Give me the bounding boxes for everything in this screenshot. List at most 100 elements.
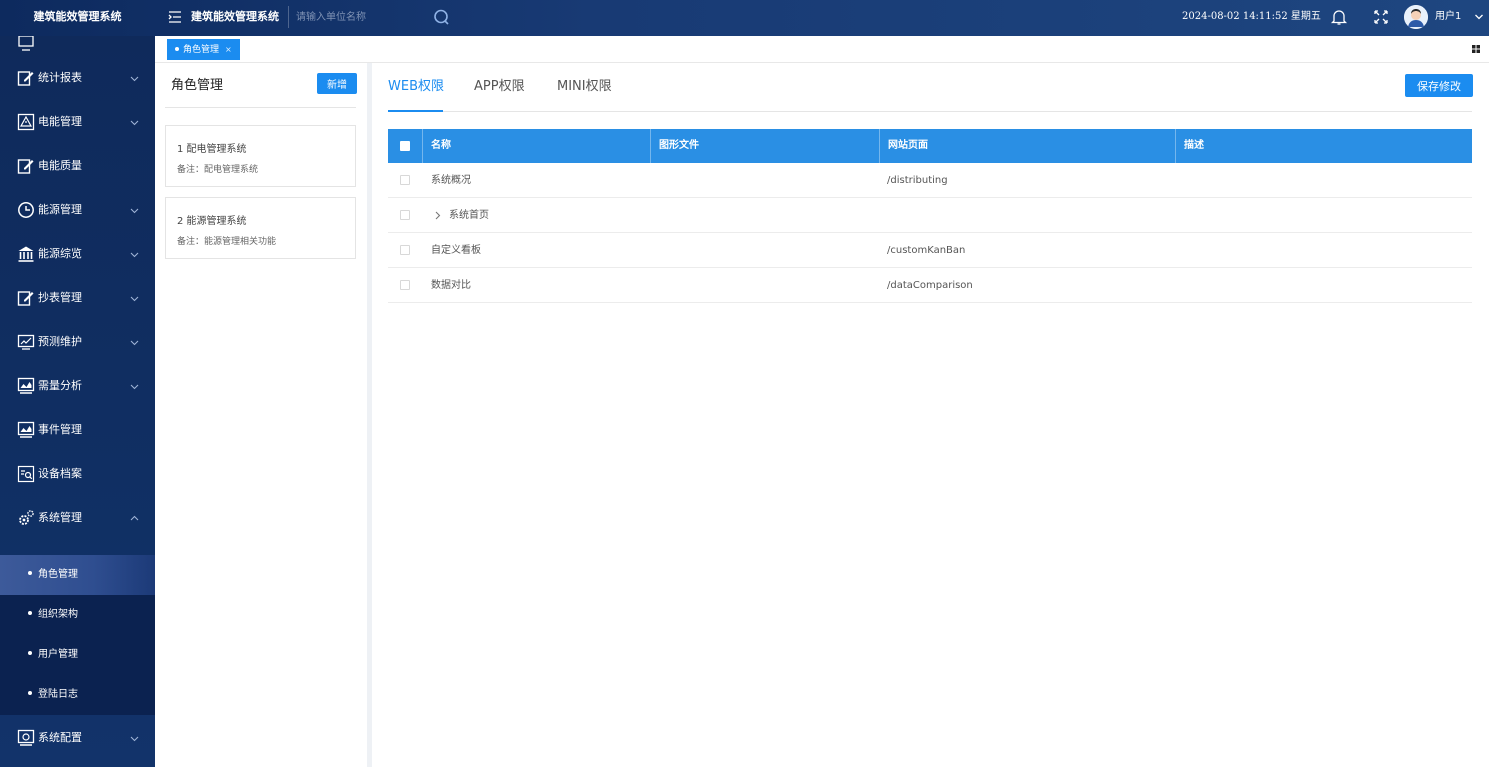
close-icon[interactable]: × <box>225 45 232 54</box>
unit-search-input[interactable] <box>292 6 422 28</box>
sidebar-item-power-mgmt[interactable]: 电能管理 <box>0 100 155 144</box>
bullet-icon <box>28 691 32 695</box>
tab-role-mgmt[interactable]: 角色管理 × <box>167 39 240 60</box>
chevron-down-icon[interactable] <box>1474 12 1484 22</box>
top-bar: 建筑能效管理系统 建筑能效管理系统 2024-08-02 14:11:52 星期… <box>0 0 1489 36</box>
row-checkbox[interactable] <box>400 280 410 290</box>
submenu-label: 登陆日志 <box>38 689 78 700</box>
table-row: 系统首页 <box>388 198 1472 233</box>
bullet-icon <box>28 571 32 575</box>
tab-strip: 角色管理 × <box>155 36 1489 63</box>
sidebar-item-label: 抄表管理 <box>38 291 82 304</box>
row-checkbox[interactable] <box>400 245 410 255</box>
avatar[interactable] <box>1404 5 1428 29</box>
chevron-down-icon <box>130 736 139 742</box>
tab-mini-permission[interactable]: MINI权限 <box>557 75 612 94</box>
user-avatar-icon <box>1404 5 1428 29</box>
grid-menu-icon[interactable] <box>1471 44 1481 54</box>
sidebar-item-label: 系统管理 <box>38 511 82 524</box>
system-submenu: 角色管理 组织架构 用户管理 登陆日志 <box>0 555 155 715</box>
row-checkbox[interactable] <box>400 210 410 220</box>
chevron-up-icon <box>130 515 139 521</box>
sidebar-item-device-archive[interactable]: 设备档案 <box>0 452 155 496</box>
cell-name: 系统首页 <box>449 210 489 221</box>
cell-page: /distributing <box>887 175 948 186</box>
save-changes-button[interactable]: 保存修改 <box>1405 74 1473 97</box>
role-note: 备注：能源管理相关功能 <box>177 237 277 247</box>
sidebar-item-label: 统计报表 <box>38 71 82 84</box>
sidebar-item-predictive-maint[interactable]: 预测维护 <box>0 320 155 364</box>
sidebar-item-energy-overview[interactable]: 能源综览 <box>0 232 155 276</box>
row-checkbox[interactable] <box>400 175 410 185</box>
sidebar-item-energy-mgmt[interactable]: 能源管理 <box>0 188 155 232</box>
sidebar-item-label: 电能质量 <box>38 159 82 172</box>
chevron-down-icon <box>130 252 139 258</box>
cell-name: 数据对比 <box>431 280 471 291</box>
column-header-name: 名称 <box>422 129 650 163</box>
divider <box>165 107 356 108</box>
sidebar-item-label: 需量分析 <box>38 379 82 392</box>
select-all-checkbox[interactable] <box>400 141 410 151</box>
role-name: 1 配电管理系统 <box>177 144 247 155</box>
cell-name: 自定义看板 <box>431 245 481 256</box>
sidebar-item-stat-report[interactable]: 统计报表 <box>0 56 155 100</box>
sidebar: 统计报表 电能管理 电能质量 能源管理 能源综览 抄表管理 预测维护 需量分析 <box>0 36 155 767</box>
chevron-right-icon[interactable] <box>434 211 442 220</box>
submenu-item-user-mgmt[interactable]: 用户管理 <box>0 635 155 675</box>
column-header-graphic: 图形文件 <box>650 129 879 163</box>
sidebar-item-label: 系统配置 <box>38 731 82 744</box>
sidebar-item-label: 设备档案 <box>38 467 82 480</box>
column-header-page: 网站页面 <box>879 129 1175 163</box>
active-dot-icon <box>175 46 179 51</box>
submenu-item-org[interactable]: 组织架构 <box>0 595 155 635</box>
sidebar-item-label: 能源管理 <box>38 203 82 216</box>
username[interactable]: 用户1 <box>1435 0 1461 34</box>
add-role-button[interactable]: 新增 <box>317 73 357 94</box>
device-search-icon <box>17 465 35 483</box>
app-name: 建筑能效管理系统 <box>33 10 122 23</box>
table-row: 数据对比 /dataComparison <box>388 268 1472 303</box>
role-note: 备注：配电管理系统 <box>177 165 259 175</box>
role-card[interactable]: 1 配电管理系统 备注：配电管理系统 <box>165 125 356 187</box>
sidebar-item-power-quality[interactable]: 电能质量 <box>0 144 155 188</box>
chevron-down-icon <box>130 208 139 214</box>
monitor-icon <box>18 36 34 51</box>
topbar-divider <box>288 6 289 28</box>
chevron-down-icon <box>130 296 139 302</box>
sidebar-item-label: 预测维护 <box>38 335 82 348</box>
permission-table: 名称 图形文件 网站页面 描述 系统概况 /distributing 系统首页 … <box>388 129 1472 303</box>
table-row: 自定义看板 /customKanBan <box>388 233 1472 268</box>
search-icon[interactable] <box>432 8 450 26</box>
sidebar-item-label: 能源综览 <box>38 247 82 260</box>
tab-label: 角色管理 <box>183 45 220 55</box>
tabs-baseline <box>388 111 1472 112</box>
table-row: 系统概况 /distributing <box>388 163 1472 198</box>
chevron-down-icon <box>130 76 139 82</box>
submenu-item-login-log[interactable]: 登陆日志 <box>0 675 155 715</box>
submenu-label: 角色管理 <box>38 569 78 580</box>
sidebar-item-system-config[interactable]: 系统配置 <box>0 716 155 760</box>
monitor-chart-icon <box>17 377 35 394</box>
submenu-label: 组织架构 <box>38 609 78 620</box>
chevron-down-icon <box>130 340 139 346</box>
sidebar-item-system-mgmt[interactable]: 系统管理 <box>0 496 155 540</box>
role-panel: 角色管理 新增 1 配电管理系统 备注：配电管理系统 2 能源管理系统 备注：能… <box>155 63 367 767</box>
cell-page: /customKanBan <box>887 245 966 256</box>
menu-toggle-icon[interactable] <box>168 10 182 24</box>
fullscreen-icon[interactable] <box>1373 9 1389 25</box>
sidebar-item-demand-analysis[interactable]: 需量分析 <box>0 364 155 408</box>
submenu-item-role-mgmt[interactable]: 角色管理 <box>0 555 155 595</box>
tab-app-permission[interactable]: APP权限 <box>474 75 525 94</box>
sidebar-item-label: 电能管理 <box>38 115 82 128</box>
report-edit-icon <box>17 291 34 306</box>
cell-name: 系统概况 <box>431 175 471 186</box>
bank-icon <box>18 246 34 262</box>
bell-icon[interactable] <box>1330 8 1348 26</box>
table-header: 名称 图形文件 网站页面 描述 <box>388 129 1472 163</box>
role-card[interactable]: 2 能源管理系统 备注：能源管理相关功能 <box>165 197 356 259</box>
column-header-desc: 描述 <box>1175 129 1472 163</box>
sidebar-item-meter-reading[interactable]: 抄表管理 <box>0 276 155 320</box>
tab-web-permission[interactable]: WEB权限 <box>388 75 444 94</box>
monitor-config-icon <box>17 729 35 746</box>
sidebar-item-event-mgmt[interactable]: 事件管理 <box>0 408 155 452</box>
